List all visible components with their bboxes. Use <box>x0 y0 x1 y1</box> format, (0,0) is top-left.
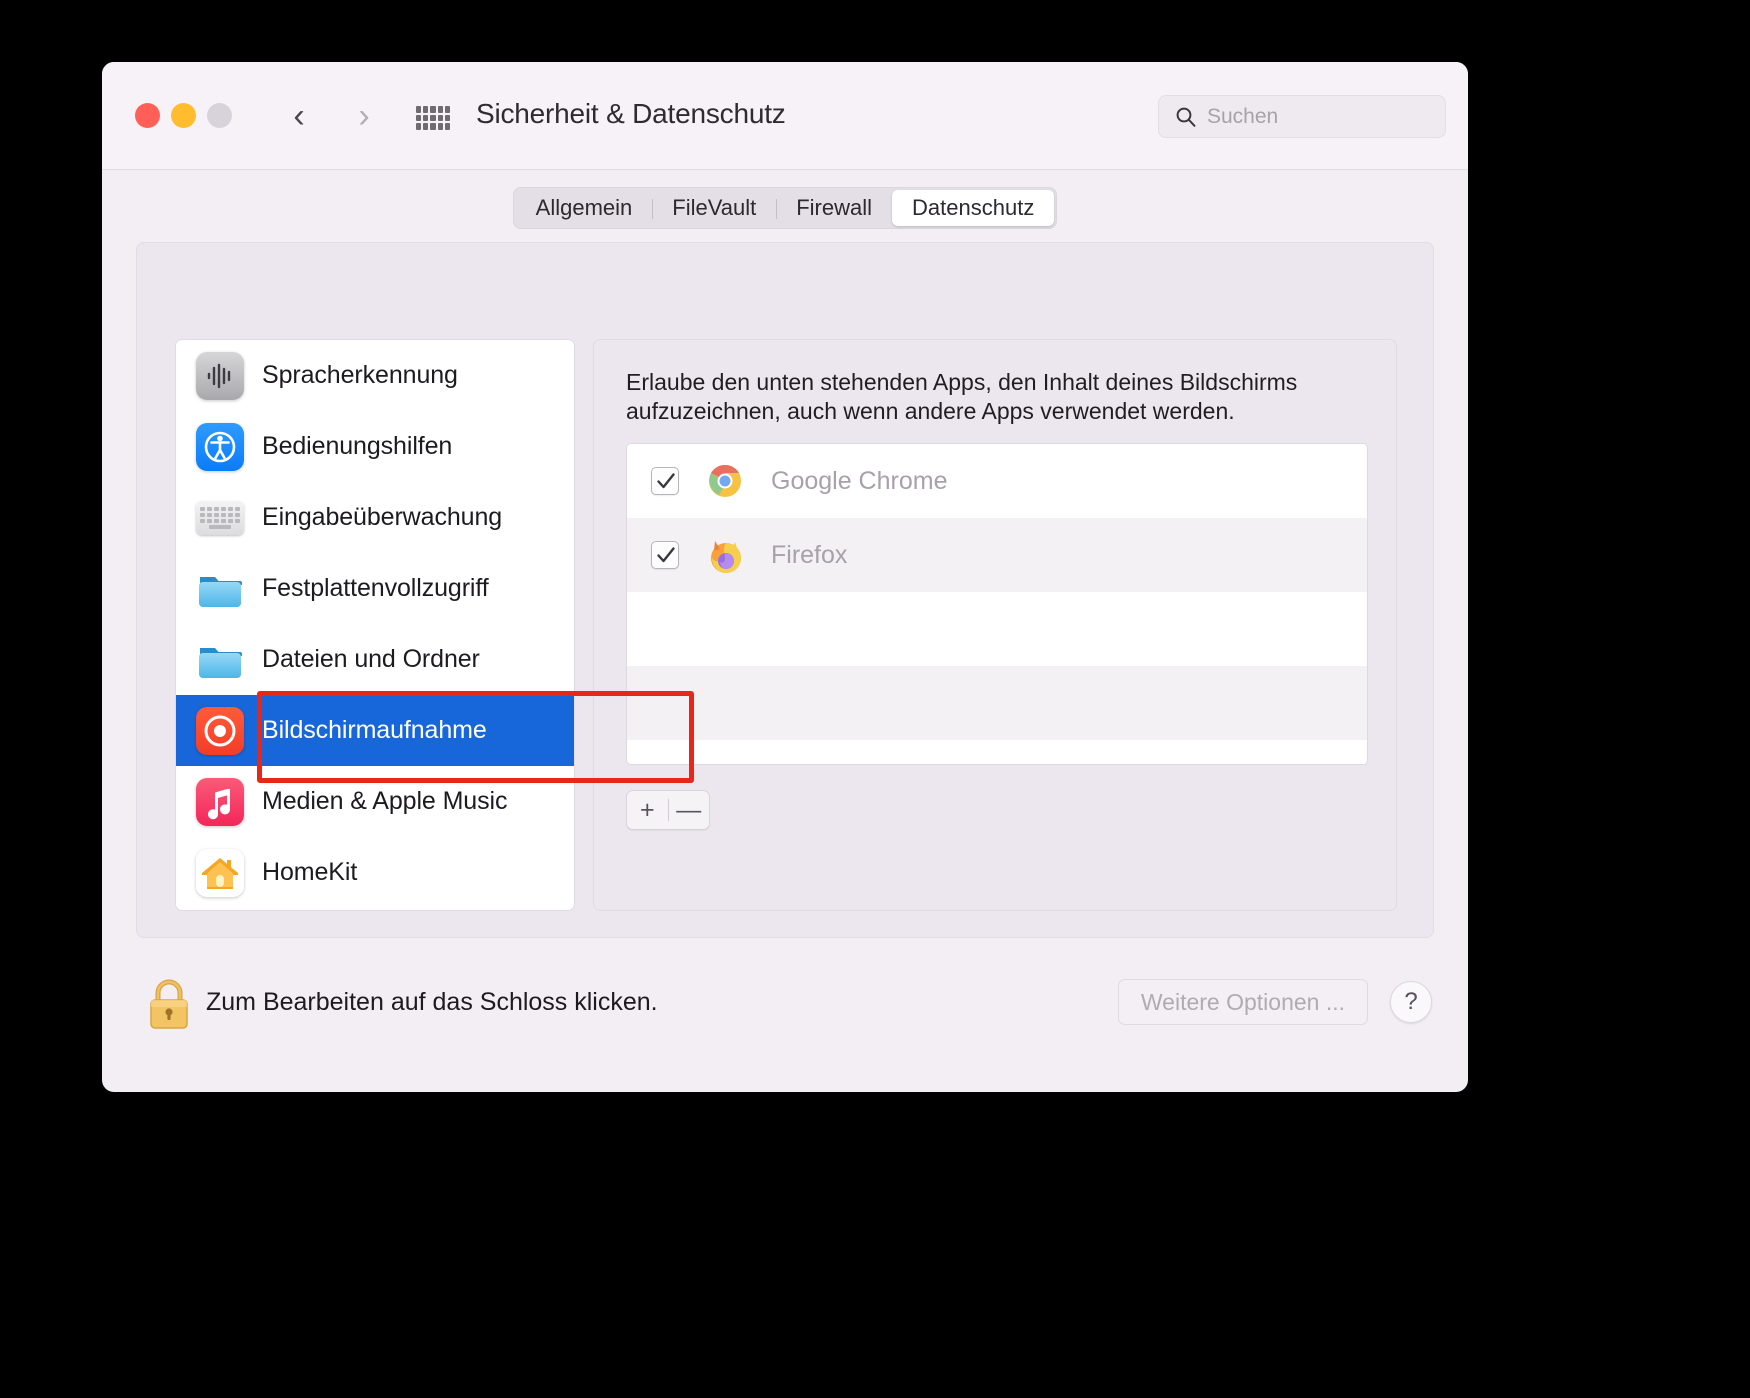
app-checkbox[interactable] <box>651 541 679 569</box>
tab-filevault[interactable]: FileVault <box>652 190 776 226</box>
minimize-button[interactable] <box>171 103 196 128</box>
app-name: Firefox <box>771 540 848 569</box>
checkmark-icon <box>657 547 675 563</box>
system-preferences-window: ‹ › Sicherheit & Datenschutz Allgemein F… <box>102 62 1468 1092</box>
sidebar-item-bildschirmaufnahme[interactable]: Bildschirmaufnahme <box>176 695 574 766</box>
sidebar-item-bedienungshilfen[interactable]: Bedienungshilfen <box>176 411 574 482</box>
list-item-empty <box>627 740 1367 764</box>
privacy-panel: Spracherkennung Bedienungshilfen Eingabe… <box>136 242 1434 938</box>
maximize-button[interactable] <box>207 103 232 128</box>
voice-waveform-icon <box>196 351 244 400</box>
page-title: Sicherheit & Datenschutz <box>476 98 786 129</box>
lock-closed-icon[interactable] <box>144 977 194 1031</box>
sidebar-item-label: Festplattenvollzugriff <box>262 574 489 602</box>
show-all-grid-icon[interactable] <box>416 106 450 130</box>
sidebar-item-homekit[interactable]: HomeKit <box>176 837 574 908</box>
search-box[interactable] <box>1158 95 1446 138</box>
list-item-empty <box>627 592 1367 666</box>
tab-firewall[interactable]: Firewall <box>776 190 892 226</box>
firefox-icon <box>701 531 749 579</box>
sidebar-item-spracherkennung[interactable]: Spracherkennung <box>176 340 574 411</box>
tab-datenschutz[interactable]: Datenschutz <box>892 190 1055 226</box>
lock-hint-text: Zum Bearbeiten auf das Schloss klicken. <box>206 988 658 1016</box>
sidebar-item-label: Spracherkennung <box>262 361 458 389</box>
sidebar-item-bluetooth[interactable]: Bluetooth <box>176 908 574 910</box>
list-item[interactable]: Firefox <box>627 518 1367 592</box>
sidebar-item-label: HomeKit <box>262 858 358 886</box>
app-checkbox[interactable] <box>651 467 679 495</box>
permission-description: Erlaube den unten stehenden Apps, den In… <box>626 369 1298 424</box>
search-icon <box>1176 107 1196 127</box>
window-titlebar: ‹ › Sicherheit & Datenschutz <box>102 62 1468 170</box>
sidebar-item-medien-apple-music[interactable]: Medien & Apple Music <box>176 766 574 837</box>
tab-group: Allgemein FileVault Firewall Datenschutz <box>512 187 1058 229</box>
sidebar-item-eingabeueberwachung[interactable]: Eingabeüberwachung <box>176 482 574 553</box>
homekit-house-icon <box>196 848 244 897</box>
list-item[interactable]: Google Chrome <box>627 444 1367 518</box>
remove-app-button[interactable]: — <box>669 797 710 823</box>
folder-icon <box>196 565 244 613</box>
search-input[interactable] <box>1207 96 1437 137</box>
screen-record-icon <box>196 706 244 755</box>
more-options-button[interactable]: Weitere Optionen ... <box>1117 979 1368 1025</box>
back-button[interactable]: ‹ <box>280 96 318 136</box>
sidebar-item-label: Eingabeüberwachung <box>262 503 503 531</box>
forward-button[interactable]: › <box>345 96 383 136</box>
privacy-category-list[interactable]: Spracherkennung Bedienungshilfen Eingabe… <box>175 339 575 911</box>
sidebar-item-dateien-und-ordner[interactable]: Dateien und Ordner <box>176 624 574 695</box>
tab-bar: Allgemein FileVault Firewall Datenschutz <box>102 170 1468 246</box>
chrome-icon <box>701 457 749 505</box>
accessibility-icon <box>196 422 244 471</box>
sidebar-item-label: Bildschirmaufnahme <box>262 716 487 744</box>
sidebar-item-label: Bedienungshilfen <box>262 432 453 460</box>
sidebar-item-label: Medien & Apple Music <box>262 787 508 815</box>
help-button[interactable]: ? <box>1390 981 1432 1023</box>
add-remove-button-group[interactable]: + — <box>626 790 710 830</box>
list-item-empty <box>627 666 1367 740</box>
allowed-apps-list[interactable]: Google Chrome Firefox <box>626 443 1368 765</box>
add-app-button[interactable]: + <box>627 797 668 823</box>
detail-pane: Erlaube den unten stehenden Apps, den In… <box>593 339 1397 911</box>
folder-icon <box>196 636 244 684</box>
sidebar-item-label: Dateien und Ordner <box>262 645 480 673</box>
close-button[interactable] <box>135 103 160 128</box>
checkmark-icon <box>657 473 675 489</box>
keyboard-icon <box>196 500 244 535</box>
music-note-icon <box>196 777 244 826</box>
window-footer: Zum Bearbeiten auf das Schloss klicken. … <box>102 940 1468 1092</box>
sidebar-item-festplattenvollzugriff[interactable]: Festplattenvollzugriff <box>176 553 574 624</box>
app-name: Google Chrome <box>771 466 948 495</box>
tab-allgemein[interactable]: Allgemein <box>516 190 653 226</box>
